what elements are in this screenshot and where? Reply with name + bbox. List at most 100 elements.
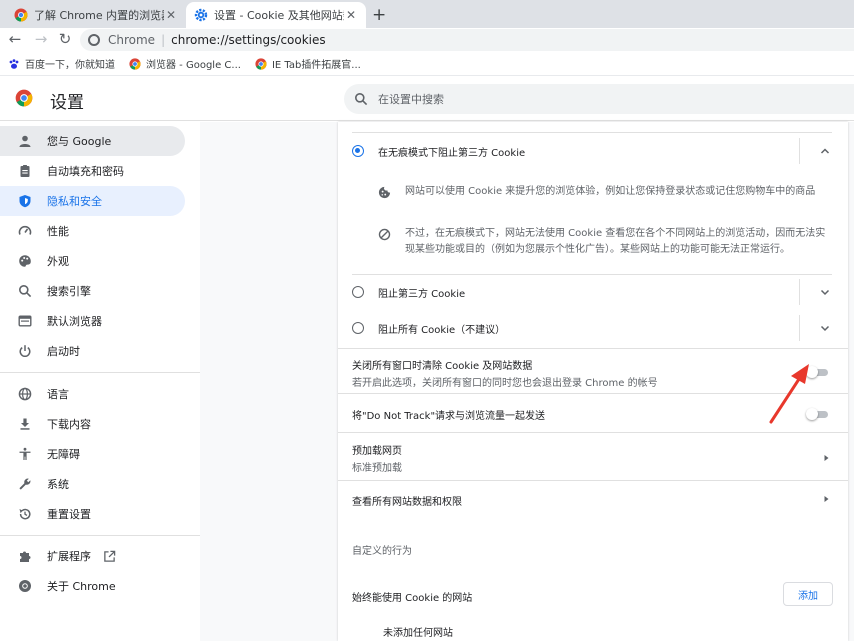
chevron-up-icon[interactable] [819,145,831,157]
option-label: 阻止所有 Cookie（不建议） [378,324,506,336]
tab-title: 了解 Chrome 内置的浏览器工具 [34,9,164,22]
download-icon [20,418,30,430]
bookmark-google-chrome[interactable]: 浏览器 - Google C... [129,56,241,71]
setting-title: 预加载网页 [352,446,402,457]
divider [338,480,848,481]
sidebar-item-label: 自动填充和密码 [47,165,124,178]
radio-selected[interactable] [352,145,364,157]
sidebar-item-extensions[interactable]: 扩展程序 [0,541,185,571]
sidebar-item-privacy-security[interactable]: 隐私和安全 [0,186,185,216]
external-link-icon[interactable] [103,550,116,563]
sidebar-item-label: 默认浏览器 [47,315,102,328]
divider [338,348,848,349]
sidebar-item-performance[interactable]: 性能 [0,216,185,246]
page-title: 设置 [50,93,84,113]
close-icon[interactable]: ✕ [344,8,358,22]
palette-icon [19,255,31,267]
toolbar: ← → ↻ Chrome | chrome://settings/cookies [0,28,854,52]
sidebar-item-about-chrome[interactable]: 关于 Chrome [0,571,185,601]
divider [799,315,800,341]
browser-icon [18,315,32,327]
sidebar-item-label: 搜索引擎 [47,285,91,298]
sidebar-item-label: 系统 [47,478,69,491]
gear-icon [194,8,208,22]
speedometer-icon [18,225,32,235]
divider [352,132,832,133]
sidebar-item-languages[interactable]: 语言 [0,379,185,409]
search-input[interactable] [378,92,778,106]
sidebar-item-you-and-google[interactable]: 您与 Google [0,126,185,156]
block-icon [378,228,391,241]
chrome-logo-icon [15,89,33,107]
setting-do-not-track: 将"Do Not Track"请求与浏览流量一起发送 [352,407,782,422]
reload-button[interactable]: ↻ [56,30,74,48]
shield-icon [19,195,31,208]
sidebar-item-on-startup[interactable]: 启动时 [0,336,185,366]
setting-preload-pages[interactable]: 预加载网页 标准预加载 [352,442,782,474]
sidebar-item-reset-settings[interactable]: 重置设置 [0,499,185,529]
chevron-right-icon[interactable] [820,493,832,505]
option-label: 在无痕模式下阻止第三方 Cookie [378,147,526,159]
omnibox-url: chrome://settings/cookies [171,33,326,47]
tab-strip: 了解 Chrome 内置的浏览器工具 ✕ 设置 - Cookie 及其他网站数据… [0,0,854,28]
sidebar-item-search-engine[interactable]: 搜索引擎 [0,276,185,306]
new-tab-button[interactable]: + [372,5,386,25]
sidebar-item-label: 无障碍 [47,448,80,461]
divider [799,138,800,164]
chrome-icon [14,8,28,22]
option-block-third-party-incognito[interactable]: 在无痕模式下阻止第三方 Cookie [352,138,832,164]
setting-title: 关闭所有窗口时清除 Cookie 及网站数据 [352,361,533,372]
sidebar-item-system[interactable]: 系统 [0,469,185,499]
setting-title: 将"Do Not Track"请求与浏览流量一起发送 [352,411,546,422]
bookmark-baidu[interactable]: 百度一下，你就知道 [8,56,115,71]
divider [352,274,832,275]
option-block-third-party[interactable]: 阻止第三方 Cookie [352,279,832,305]
tab-settings-cookies[interactable]: 设置 - Cookie 及其他网站数据 ✕ [186,2,366,28]
tab-title: 设置 - Cookie 及其他网站数据 [214,9,344,22]
sidebar-item-appearance[interactable]: 外观 [0,246,185,276]
setting-subtitle: 若开启此选项，关闭所有窗口的同时您也会退出登录 Chrome 的帐号 [352,378,658,389]
setting-title: 查看所有网站数据和权限 [352,497,462,508]
sidebar-item-autofill[interactable]: 自动填充和密码 [0,156,185,186]
empty-list-text: 未添加任何网站 [383,628,453,639]
chrome-icon [129,57,141,70]
sidebar-divider [0,535,200,536]
add-site-button[interactable]: 添加 [783,582,833,606]
settings-search[interactable] [344,84,854,114]
chevron-down-icon[interactable] [819,322,831,334]
wrench-icon [19,478,31,490]
settings-sidebar: 您与 Google 自动填充和密码 隐私和安全 性能 外观 搜索引擎 默认浏览器… [0,122,200,641]
bookmark-ie-tab[interactable]: IE Tab插件拓展官... [255,56,361,71]
search-icon [19,285,32,298]
radio-unselected[interactable] [352,322,364,334]
chevron-down-icon[interactable] [819,286,831,298]
sidebar-item-accessibility[interactable]: 无障碍 [0,439,185,469]
cookie-description-1: 网站可以使用 Cookie 来提升您的浏览体验，例如让您保持登录状态或记住您购物… [378,184,833,200]
forward-button[interactable]: → [32,30,50,48]
settings-header: 设置 [0,77,854,121]
sidebar-item-label: 语言 [47,388,69,401]
setting-all-site-data[interactable]: 查看所有网站数据和权限 [352,493,782,508]
person-icon [19,135,31,147]
search-icon [355,93,368,106]
radio-unselected[interactable] [352,286,364,298]
section-heading: 自定义的行为 [352,546,412,557]
chevron-right-icon[interactable] [820,452,832,464]
bookmarks-bar: 百度一下，你就知道 浏览器 - Google C... IE Tab插件拓展官.… [0,52,854,76]
back-button[interactable]: ← [6,30,24,48]
chrome-site-icon [88,34,100,46]
sidebar-item-label: 外观 [47,255,69,268]
option-block-all[interactable]: 阻止所有 Cookie（不建议） [352,315,832,341]
bookmark-label: 浏览器 - Google C... [146,60,241,71]
clipboard-icon [20,165,30,177]
paw-icon [9,58,19,69]
chrome-icon [19,580,31,592]
cookie-icon [378,186,391,199]
close-icon[interactable]: ✕ [164,8,178,22]
sidebar-item-default-browser[interactable]: 默认浏览器 [0,306,185,336]
tab-chrome-tools[interactable]: 了解 Chrome 内置的浏览器工具 ✕ [6,2,186,28]
sidebar-item-label: 扩展程序 [47,550,91,563]
sidebar-item-label: 关于 Chrome [47,580,116,593]
address-bar[interactable]: Chrome | chrome://settings/cookies [80,29,854,51]
sidebar-item-downloads[interactable]: 下载内容 [0,409,185,439]
